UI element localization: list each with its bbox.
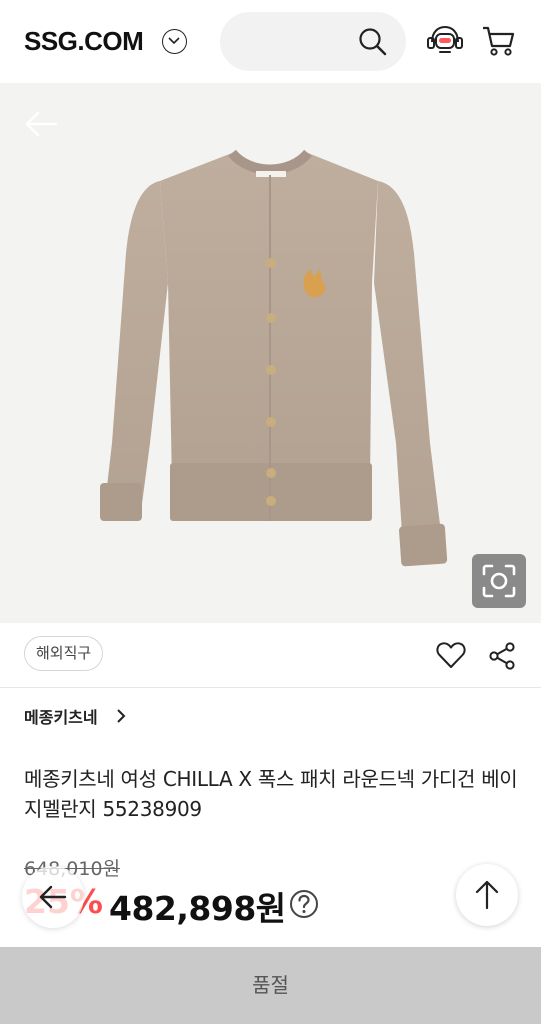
chevron-right-icon[interactable] — [116, 709, 126, 723]
sale-price: 482,898원 — [109, 889, 286, 928]
help-icon[interactable] — [289, 889, 319, 919]
ssg-logo[interactable]: SSG.COM — [24, 26, 144, 57]
product-image-area — [0, 83, 541, 623]
back-arrow-icon[interactable] — [24, 111, 58, 137]
image-search-icon — [482, 564, 516, 598]
back-button[interactable] — [22, 866, 84, 928]
chevron-down-icon[interactable] — [162, 29, 187, 54]
image-search-button[interactable] — [472, 554, 526, 608]
back-arrow-icon — [39, 885, 67, 909]
heart-icon[interactable] — [436, 641, 466, 669]
share-icon[interactable] — [489, 642, 516, 670]
search-icon[interactable] — [358, 27, 388, 57]
cart-icon[interactable] — [481, 25, 515, 57]
product-title: 메종키츠네 여성 CHILLA X 폭스 패치 라운드넥 가디건 베이지멜란지 … — [24, 767, 518, 821]
overseas-tag: 해외직구 — [24, 636, 104, 671]
soldout-button[interactable]: 품절 — [0, 947, 541, 1024]
brand-link[interactable]: 메종키츠네 — [24, 704, 98, 728]
soldout-bar: 품절 — [0, 947, 541, 1024]
header: SSG.COM — [0, 0, 541, 83]
product-image[interactable] — [0, 83, 541, 623]
chatbot-icon[interactable] — [426, 24, 464, 58]
divider — [0, 687, 541, 688]
arrow-up-icon — [475, 880, 499, 910]
scroll-top-button[interactable] — [456, 864, 518, 926]
